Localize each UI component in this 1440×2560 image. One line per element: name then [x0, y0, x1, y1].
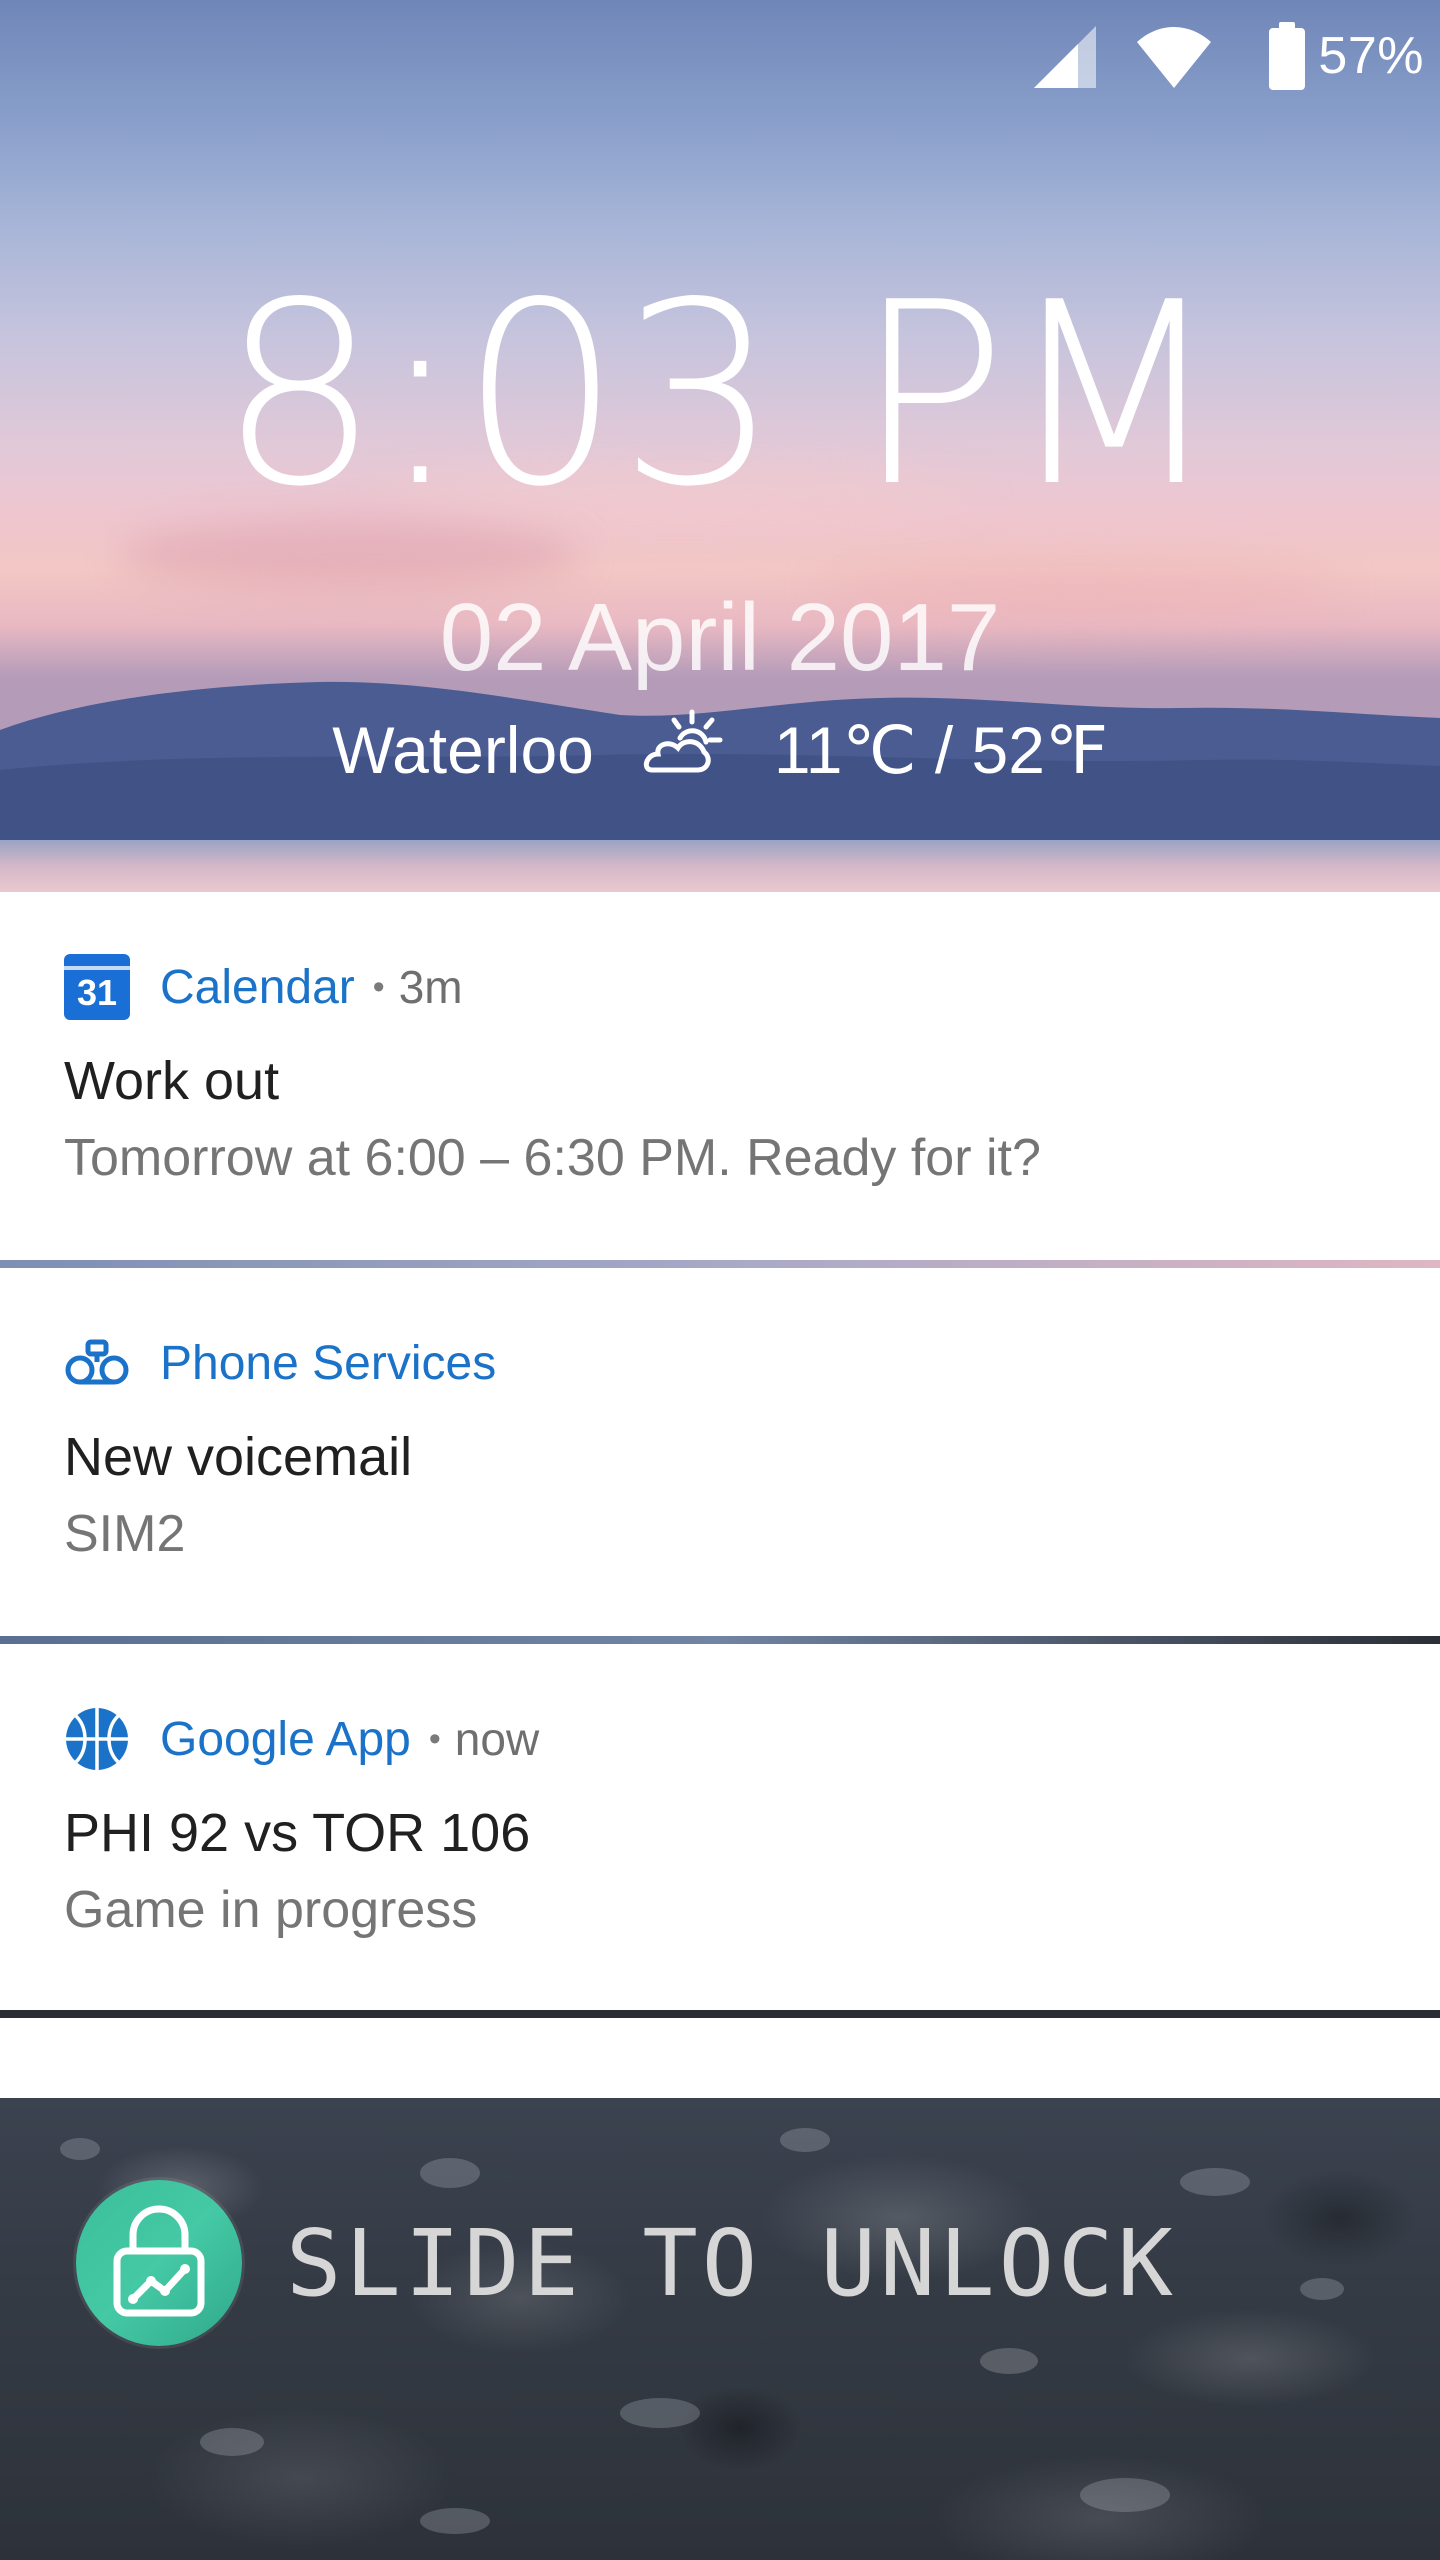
notification-time: 3m	[398, 961, 463, 1013]
notification-title: Work out	[64, 1051, 280, 1111]
notification-text: Game in progress	[64, 1881, 478, 1939]
lock-clock: 8:03 PM	[219, 249, 1222, 542]
weather-temperature: 11℃ / 52℉	[773, 712, 1108, 787]
basketball-icon	[64, 1706, 130, 1772]
battery-percent: 57%	[1318, 27, 1424, 85]
notification-header: 31 Calendar • 3m	[64, 952, 463, 1022]
cell-signal-icon	[1030, 24, 1100, 95]
notification-header: Google App • now	[64, 1704, 539, 1774]
voicemail-icon	[64, 1330, 130, 1396]
separator-dot: •	[428, 1719, 441, 1758]
notification-header: Phone Services	[64, 1328, 496, 1398]
lock-screen: 57% 8:03 PM 02 April 2017 Waterloo 11℃ /…	[0, 0, 1440, 2560]
notification-app-name: Calendar	[160, 960, 355, 1014]
notification-divider	[0, 1260, 1440, 1268]
notification-app-name: Phone Services	[160, 1336, 497, 1390]
weather-location: Waterloo	[332, 713, 594, 787]
notification-google-app[interactable]: Google App • now PHI 92 vs TOR 106 Game …	[0, 1644, 1440, 2010]
slide-to-unlock[interactable]: SLIDE TO UNLOCK	[76, 2180, 1177, 2346]
notification-partial[interactable]	[0, 2018, 1440, 2098]
weather-widget[interactable]: Waterloo 11℃ / 52℉	[0, 705, 1440, 795]
partly-cloudy-night-icon	[634, 708, 730, 793]
wallpaper-water	[0, 840, 1440, 892]
notification-calendar[interactable]: 31 Calendar • 3m Work out Tomorrow at 6:…	[0, 892, 1440, 1260]
notification-title: New voicemail	[64, 1427, 413, 1487]
lock-date: 02 April 2017	[439, 584, 1001, 691]
notification-app-name: Google App	[160, 1712, 411, 1766]
notification-text: Tomorrow at 6:00 – 6:30 PM. Ready for it…	[64, 1129, 1041, 1187]
notification-phone-services[interactable]: Phone Services New voicemail SIM2	[0, 1268, 1440, 1636]
notification-title: PHI 92 vs TOR 106	[64, 1803, 531, 1863]
lock-icon	[107, 2205, 211, 2322]
notification-divider	[0, 1636, 1440, 1644]
calendar-icon: 31	[64, 954, 130, 1020]
separator-dot: •	[372, 967, 385, 1006]
status-bar: 57%	[740, 0, 1440, 120]
unlock-label: SLIDE TO UNLOCK	[286, 2209, 1177, 2317]
notification-divider	[0, 2010, 1440, 2018]
notification-time: now	[454, 1713, 540, 1765]
battery-icon	[1267, 22, 1307, 97]
wifi-icon	[1135, 24, 1213, 95]
unlock-handle[interactable]	[76, 2180, 242, 2346]
notification-text: SIM2	[64, 1505, 186, 1563]
